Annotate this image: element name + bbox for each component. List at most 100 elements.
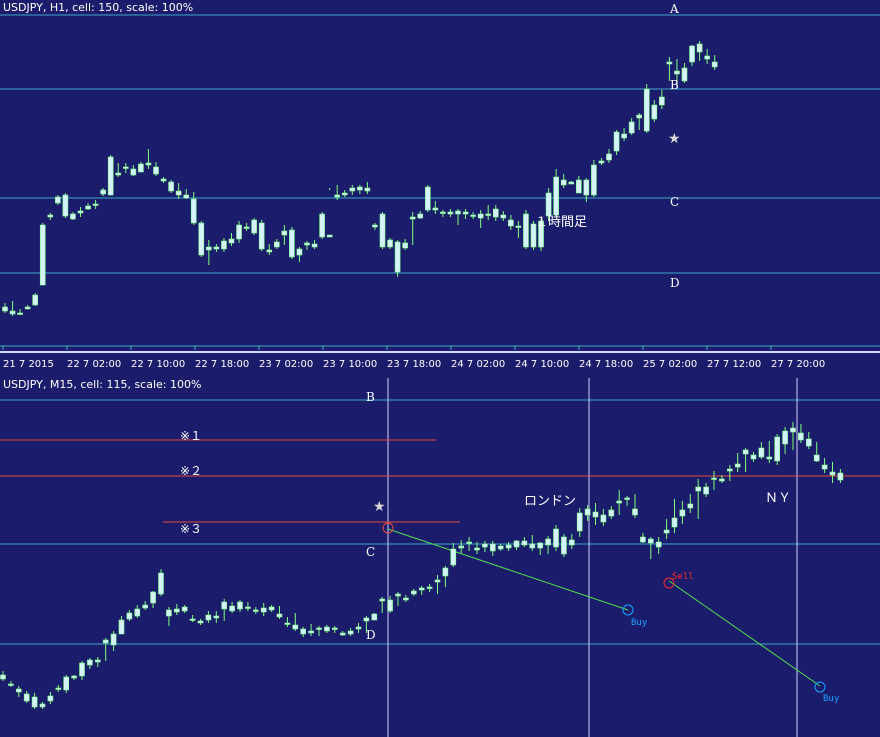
m15-candle-body — [39, 703, 46, 708]
m15-candle-body — [537, 542, 544, 549]
h1-candle-body — [32, 294, 39, 306]
h1-x-tick-label: 22 7 18:00 — [195, 359, 249, 370]
m15-candle-body — [632, 508, 638, 516]
h1-candle-body — [424, 186, 431, 211]
h1-candle-body — [251, 219, 257, 234]
m15-candle-body — [553, 528, 559, 548]
m15-candle-body — [545, 538, 551, 546]
h1-x-tick-label: 23 7 02:00 — [259, 359, 313, 370]
m15-candle-body — [726, 468, 733, 472]
m15-level-label-d: D — [366, 628, 376, 642]
m15-level-label-b: B — [366, 390, 375, 404]
m15-candle-body — [237, 601, 243, 610]
m15-chart-header: USDJPY, M15, cell: 115, scale: 100% — [3, 378, 202, 391]
h1-candle-body — [243, 226, 250, 229]
h1-level-label-a: A — [669, 2, 679, 16]
h1-level-label-d: D — [670, 276, 680, 290]
m15-candle-body — [703, 486, 709, 495]
m15-candle-body — [584, 508, 591, 516]
h1-candle-body — [409, 216, 416, 220]
h1-candle-body — [357, 186, 363, 191]
m15-candle-body — [229, 605, 235, 612]
m15-candle-body — [647, 538, 654, 544]
m15-candle-body — [568, 539, 575, 546]
h1-candle-body — [674, 70, 680, 75]
h1-candle-body — [628, 121, 635, 134]
m15-candle-body — [521, 540, 528, 546]
h1-x-tick-label: 23 7 18:00 — [387, 359, 441, 370]
h1-candle-body — [470, 214, 476, 217]
h1-candle-body — [47, 214, 54, 218]
h1-candle-body — [130, 168, 137, 176]
h1-candle-body — [9, 310, 16, 315]
h1-x-tick-label: 23 7 10:00 — [323, 359, 377, 370]
h1-candle-body — [515, 225, 522, 228]
h1-candle-body — [281, 230, 288, 236]
h1-candle-body — [296, 248, 303, 256]
h1-candle-body — [2, 306, 8, 312]
m15-candle-body — [0, 674, 6, 680]
h1-annotation: １時間足 — [535, 215, 587, 230]
resistance-label-1: ※１ — [180, 429, 202, 443]
h1-x-tick-label: 27 7 12:00 — [707, 359, 761, 370]
m15-candle-body — [158, 572, 164, 595]
m15-candle-body — [798, 432, 804, 441]
m15-candle-body — [205, 614, 212, 621]
m15-candle-body — [118, 619, 125, 635]
m15-candle-body — [268, 606, 275, 611]
m15-candle-body — [410, 590, 417, 595]
h1-candle-body — [591, 164, 597, 196]
m15-candle-body — [189, 618, 196, 621]
m15-candle-body — [466, 541, 472, 544]
signal-label: Buy — [631, 618, 648, 628]
m15-candle-body — [102, 639, 109, 644]
m15-candle-body — [679, 509, 686, 517]
m15-candle-body — [260, 607, 267, 613]
m15-candle-body — [719, 478, 725, 482]
m15-candle-body — [742, 449, 749, 455]
h1-candle-body — [485, 213, 492, 216]
h1-candle-body — [508, 219, 514, 227]
h1-candle-body — [583, 179, 590, 196]
h1-candle-body — [153, 166, 159, 175]
m15-candle-body — [339, 632, 346, 636]
m15-chart-background — [0, 378, 880, 737]
m15-candle-body — [387, 599, 393, 612]
h1-candle-body — [417, 213, 424, 219]
h1-x-tick-label: 24 7 02:00 — [451, 359, 505, 370]
h1-candle-body — [228, 238, 235, 244]
m15-candle-body — [671, 517, 678, 528]
m15-candle-body — [813, 454, 820, 462]
m15-star-marker: ★ — [373, 499, 386, 515]
h1-candle-body — [613, 131, 620, 152]
h1-level-label-c: C — [670, 195, 679, 209]
m15-candle-body — [782, 430, 788, 445]
h1-candle-body — [92, 203, 99, 206]
m15-candle-body — [63, 676, 70, 691]
m15-candle-body — [482, 543, 488, 548]
m15-candle-body — [450, 548, 457, 566]
h1-candle-body — [175, 190, 182, 196]
h1-candle-body — [651, 104, 658, 120]
m15-candle-body — [197, 620, 204, 624]
h1-candle-body — [39, 224, 46, 286]
session-label-newyork: ＮＹ — [765, 491, 791, 506]
m15-candle-body — [79, 662, 85, 677]
h1-candle-body — [289, 229, 295, 258]
h1-chart-header: USDJPY, H1, cell: 150, scale: 100% — [3, 1, 194, 14]
h1-candle-body — [440, 211, 446, 214]
h1-candle-body — [462, 211, 469, 215]
h1-candle-body — [62, 194, 69, 217]
m15-candle-body — [300, 628, 307, 635]
h1-candle-body — [553, 176, 559, 216]
m15-candle-body — [110, 633, 117, 646]
h1-candle-body — [326, 234, 333, 238]
h1-chart-background — [0, 0, 880, 378]
m15-candle-body — [655, 541, 662, 548]
m15-candle-body — [750, 454, 757, 460]
h1-candle-body — [477, 213, 484, 219]
m15-candle-body — [497, 545, 504, 550]
m15-candle-body — [316, 627, 322, 630]
m15-candle-body — [23, 693, 30, 702]
h1-candle-body — [704, 55, 710, 60]
